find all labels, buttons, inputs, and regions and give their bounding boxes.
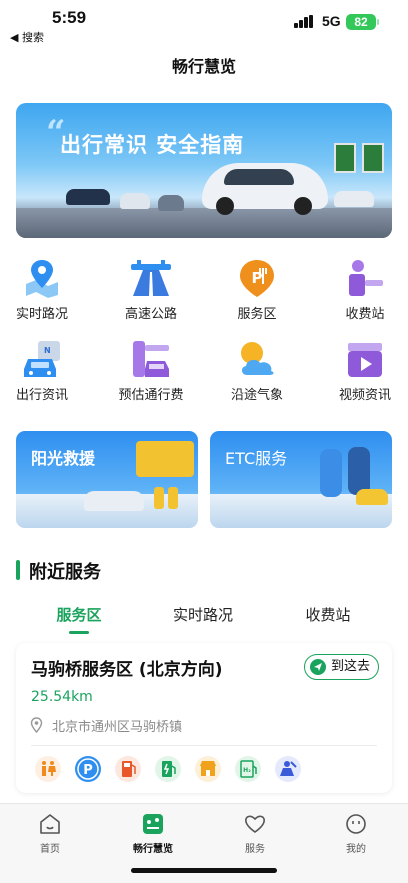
- parking-icon: P: [75, 756, 101, 782]
- grid-label: 收费站: [345, 307, 385, 322]
- grid-label: 沿途气象: [230, 388, 283, 403]
- battery-level: 82: [354, 15, 368, 29]
- grid-label: 视频资讯: [338, 388, 391, 403]
- active-tab-indicator: [69, 631, 89, 634]
- person-icon: [320, 449, 342, 497]
- fuel-icon: [115, 756, 141, 782]
- grid-item-service-area[interactable]: P 服务区: [217, 258, 297, 322]
- grid-label: 实时路况: [15, 307, 68, 322]
- status-time: 5:59: [52, 8, 87, 27]
- svg-text:N: N: [44, 346, 51, 355]
- promo-title: 阳光救援: [31, 449, 96, 468]
- weather-icon: [237, 339, 277, 379]
- profile-icon: [344, 812, 368, 836]
- tabbar-home[interactable]: 首页: [10, 812, 90, 855]
- navigate-label: 到这去: [331, 659, 371, 674]
- worker-icon: [168, 487, 178, 509]
- main-content: “ 出行常识 安全指南 实时路况 高速公路 P 服务区 收费站 N 出行资讯 预…: [0, 88, 408, 803]
- battery-cap: [377, 19, 379, 25]
- tab-service-area[interactable]: 服务区: [19, 604, 139, 625]
- repair-icon: [275, 756, 301, 782]
- tabbar-smart-travel[interactable]: 畅行慧览: [113, 812, 193, 855]
- status-bar: 5:59 ◀ 搜索 5G 82: [0, 0, 408, 46]
- navigate-arrow-icon: [310, 659, 326, 675]
- station-address: 北京市通州区马驹桥镇: [52, 720, 183, 735]
- grid-label: 出行资讯: [15, 388, 68, 403]
- person-icon: [348, 447, 370, 495]
- smart-travel-icon: [141, 812, 165, 836]
- heart-icon: [243, 812, 267, 836]
- grid-item-travel-news[interactable]: N 出行资讯: [2, 339, 82, 403]
- highway-icon: [131, 258, 171, 298]
- grid-label: 高速公路: [124, 307, 177, 322]
- section-title: 附近服务: [29, 562, 101, 583]
- location-pin-icon: [30, 717, 43, 734]
- section-accent-bar: [16, 560, 20, 580]
- svg-text:P: P: [83, 763, 93, 778]
- back-to-search-link[interactable]: ◀ 搜索: [10, 29, 44, 45]
- car-icon: [334, 191, 374, 207]
- tow-truck-icon: [136, 441, 194, 477]
- restroom-icon: [35, 756, 61, 782]
- news-car-icon: N: [22, 339, 62, 379]
- nav-header: 畅行慧览: [0, 46, 408, 88]
- sunshine-rescue-card[interactable]: 阳光救援: [16, 431, 198, 528]
- road-graphic: [16, 208, 392, 238]
- network-type: 5G: [322, 13, 341, 29]
- safety-guide-banner[interactable]: “ 出行常识 安全指南: [16, 103, 392, 238]
- page-title: 畅行慧览: [171, 57, 236, 76]
- tabbar-label: 畅行慧览: [133, 844, 173, 855]
- etc-service-card[interactable]: ETC服务: [210, 431, 392, 528]
- toll-booth-icon: [345, 258, 385, 298]
- tabbar-label: 首页: [40, 844, 60, 855]
- cellular-signal-icon: [294, 15, 314, 28]
- ev-charging-icon: [155, 756, 181, 782]
- car-icon: [66, 189, 110, 205]
- video-icon: [345, 339, 385, 379]
- grid-item-weather[interactable]: 沿途气象: [217, 339, 297, 403]
- grid-label: 预估通行费: [118, 388, 184, 403]
- service-area-icon: P: [237, 258, 277, 298]
- tabbar-services[interactable]: 服务: [215, 812, 295, 855]
- car-icon: [158, 195, 184, 211]
- home-indicator: [131, 868, 277, 873]
- electric-car-icon: [202, 163, 328, 215]
- car-icon: [356, 489, 388, 505]
- battery-icon: 82: [346, 14, 376, 30]
- home-icon: [38, 812, 62, 836]
- tabbar-label: 我的: [346, 844, 366, 855]
- station-name: 马驹桥服务区 (北京方向): [31, 660, 223, 680]
- hydrogen-icon: H₂: [235, 756, 261, 782]
- map-pin-icon: [22, 258, 62, 298]
- grid-item-toll-station[interactable]: 收费站: [325, 258, 405, 322]
- car-icon: [120, 193, 150, 209]
- broken-car-icon: [84, 491, 144, 511]
- grid-item-realtime-traffic[interactable]: 实时路况: [2, 258, 82, 322]
- svg-text:H₂: H₂: [243, 767, 251, 774]
- road-sign-icon: [362, 143, 384, 173]
- grid-item-highway[interactable]: 高速公路: [111, 258, 191, 322]
- banner-title: 出行常识 安全指南: [60, 133, 245, 157]
- tab-toll-station[interactable]: 收费站: [268, 604, 388, 625]
- station-distance: 25.54km: [31, 689, 93, 705]
- grid-label: 服务区: [237, 307, 277, 322]
- shop-icon: [195, 756, 221, 782]
- tabbar-profile[interactable]: 我的: [316, 812, 396, 855]
- grid-item-toll-estimate[interactable]: 预估通行费: [111, 339, 191, 403]
- tab-realtime-traffic[interactable]: 实时路况: [143, 604, 263, 625]
- road-sign-icon: [334, 143, 356, 173]
- toll-estimate-icon: [131, 339, 171, 379]
- worker-icon: [154, 487, 164, 509]
- navigate-button[interactable]: 到这去: [304, 654, 379, 680]
- tabbar-label: 服务: [245, 844, 265, 855]
- promo-title: ETC服务: [225, 449, 288, 468]
- service-area-card[interactable]: 马驹桥服务区 (北京方向) 到这去 25.54km 北京市通州区马驹桥镇 P H…: [16, 643, 392, 793]
- divider: [31, 745, 377, 746]
- grid-item-video-news[interactable]: 视频资讯: [325, 339, 405, 403]
